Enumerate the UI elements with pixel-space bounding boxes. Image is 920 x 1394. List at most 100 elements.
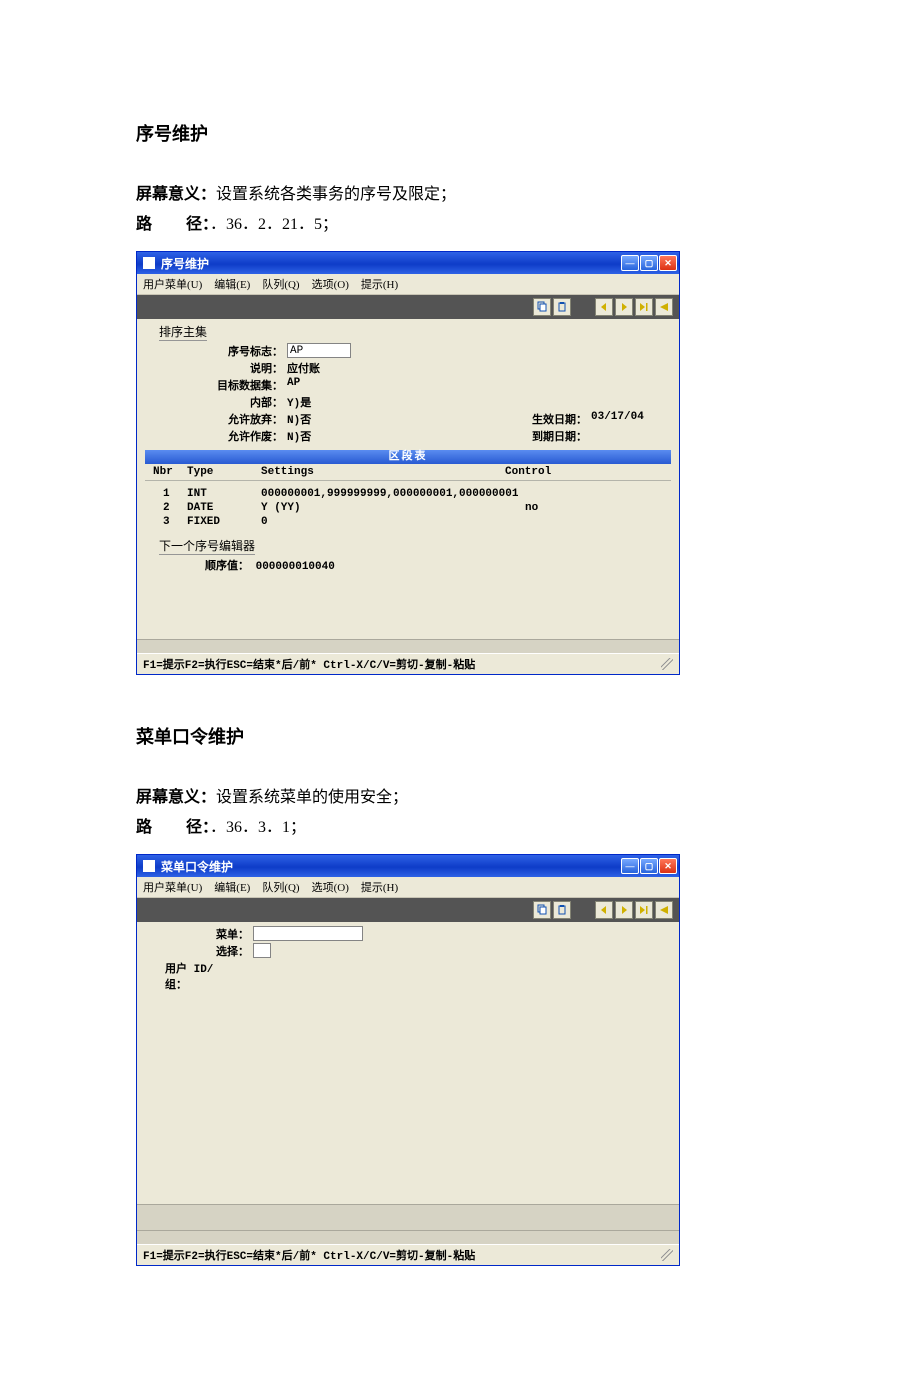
path-text-2: ．36．3．1； [210, 819, 306, 836]
val-allow-void: N)否 [287, 428, 367, 444]
status-bar-2: F1=提示F2=执行ESC=结束*后/前* Ctrl-X/C/V=剪切-复制-粘… [137, 1244, 679, 1265]
close-button[interactable]: ✕ [659, 255, 677, 271]
separator-bar-2 [137, 1204, 679, 1230]
nav-prev-icon[interactable] [615, 298, 633, 316]
menu-queue[interactable]: 队列(Q) [262, 276, 299, 292]
val-allow-abandon: N)否 [287, 411, 367, 427]
paste-icon[interactable] [553, 298, 571, 316]
nav-first-icon[interactable] [595, 298, 613, 316]
section2-meaning: 屏幕意义：设置系统菜单的使用安全； [136, 785, 784, 811]
close-button[interactable]: ✕ [659, 858, 677, 874]
toolbar-2 [137, 898, 679, 922]
meaning-label: 屏幕意义： [136, 186, 216, 203]
nav-next-icon[interactable] [635, 298, 653, 316]
menu-options[interactable]: 选项(O) [312, 879, 349, 895]
table-row[interactable]: 2 DATE Y (YY) no [145, 501, 671, 515]
paste-icon[interactable] [553, 901, 571, 919]
val-internal: Y)是 [287, 394, 367, 410]
path-label-a: 路 [136, 216, 152, 233]
meaning-label-2: 屏幕意义： [136, 789, 216, 806]
section2-heading: 菜单口令维护 [136, 723, 784, 749]
resize-grip-icon[interactable] [661, 1249, 673, 1261]
meaning-text: 设置系统各类事务的序号及限定； [216, 186, 456, 203]
segment-header: Nbr Type Settings Control [145, 464, 671, 481]
window-sequence-maintenance: 序号维护 — ▢ ✕ 用户菜单(U) 编辑(E) 队列(Q) 选项(O) 提示(… [136, 251, 680, 675]
val-effective-date: 03/17/04 [591, 411, 671, 427]
val-expire-date [591, 428, 671, 444]
lbl-allow-abandon: 允许放弃： [145, 411, 287, 427]
minimize-button[interactable]: — [621, 255, 639, 271]
copy-icon[interactable] [533, 298, 551, 316]
menu-edit[interactable]: 编辑(E) [214, 276, 250, 292]
segment-title: 区段表 [145, 450, 671, 464]
table-row[interactable]: 1 INT 000000001,999999999,000000001,0000… [145, 487, 671, 501]
path-label-b: 径： [186, 216, 210, 233]
client-area-2: 菜单： 选择： 用户 ID/组： [137, 922, 679, 1204]
menu-options[interactable]: 选项(O) [312, 276, 349, 292]
status-text-2: F1=提示F2=执行ESC=结束*后/前* Ctrl-X/C/V=剪切-复制-粘… [143, 1247, 475, 1263]
input-select[interactable] [253, 943, 271, 958]
menu-help[interactable]: 提示(H) [361, 276, 398, 292]
val-target-dataset: AP [287, 377, 367, 393]
resize-grip-icon[interactable] [661, 658, 673, 670]
app-icon [143, 860, 155, 872]
nav-last-icon[interactable] [655, 298, 673, 316]
path-label-2b: 径： [186, 819, 210, 836]
lbl-user-id-group: 用户 ID/组： [145, 960, 225, 992]
col-nbr: Nbr [145, 466, 187, 478]
col-settings: Settings [261, 466, 505, 478]
client-area: 排序主集 序号标志： 说明： 应付账 目标数据集： AP 内部： Y)是 允许放… [137, 319, 679, 639]
nav-prev-icon[interactable] [615, 901, 633, 919]
nav-last-icon[interactable] [655, 901, 673, 919]
section1-meaning: 屏幕意义：设置系统各类事务的序号及限定； [136, 182, 784, 208]
section1-heading: 序号维护 [136, 120, 784, 146]
lbl-select: 选择： [145, 943, 253, 959]
menubar-2: 用户菜单(U) 编辑(E) 队列(Q) 选项(O) 提示(H) [137, 877, 679, 898]
lbl-menu: 菜单： [145, 926, 253, 942]
toolbar [137, 295, 679, 319]
col-type: Type [187, 466, 261, 478]
nav-next-icon[interactable] [635, 901, 653, 919]
editor-label: 下一个序号编辑器 [159, 537, 255, 555]
lbl-expire-date: 到期日期： [511, 428, 591, 444]
lbl-seq-flag: 序号标志： [145, 343, 287, 359]
titlebar-2: 菜单口令维护 — ▢ ✕ [137, 855, 679, 877]
app-icon [143, 257, 155, 269]
copy-icon[interactable] [533, 901, 551, 919]
separator-bar-3 [137, 1230, 679, 1244]
editor-row-label: 顺序值： [205, 561, 249, 573]
separator-bar [137, 639, 679, 653]
lbl-target-dataset: 目标数据集： [145, 377, 287, 393]
menu-user[interactable]: 用户菜单(U) [143, 276, 202, 292]
lbl-internal: 内部： [145, 394, 287, 410]
section1-path: 路 径：．36．2．21．5； [136, 212, 784, 238]
window-menu-password-maintenance: 菜单口令维护 — ▢ ✕ 用户菜单(U) 编辑(E) 队列(Q) 选项(O) 提… [136, 854, 680, 1266]
lbl-desc: 说明： [145, 360, 287, 376]
menu-user[interactable]: 用户菜单(U) [143, 879, 202, 895]
titlebar: 序号维护 — ▢ ✕ [137, 252, 679, 274]
path-label-2a: 路 [136, 819, 152, 836]
minimize-button[interactable]: — [621, 858, 639, 874]
nav-first-icon[interactable] [595, 901, 613, 919]
status-bar: F1=提示F2=执行ESC=结束*后/前* Ctrl-X/C/V=剪切-复制-粘… [137, 653, 679, 674]
input-menu[interactable] [253, 926, 363, 941]
editor-row-value: 000000010040 [256, 561, 335, 573]
menu-queue[interactable]: 队列(Q) [262, 879, 299, 895]
menu-help[interactable]: 提示(H) [361, 879, 398, 895]
menubar: 用户菜单(U) 编辑(E) 队列(Q) 选项(O) 提示(H) [137, 274, 679, 295]
window-title: 序号维护 [161, 255, 209, 272]
input-seq-flag[interactable] [287, 343, 351, 358]
table-row[interactable]: 3 FIXED 0 [145, 515, 671, 529]
section2-path: 路 径：．36．3．1； [136, 815, 784, 841]
val-desc: 应付账 [287, 360, 367, 376]
lbl-effective-date: 生效日期： [511, 411, 591, 427]
group-sort-master: 排序主集 [159, 323, 207, 341]
col-control: Control [505, 466, 605, 478]
path-text: ．36．2．21．5； [210, 216, 338, 233]
maximize-button[interactable]: ▢ [640, 858, 658, 874]
menu-edit[interactable]: 编辑(E) [214, 879, 250, 895]
status-text: F1=提示F2=执行ESC=结束*后/前* Ctrl-X/C/V=剪切-复制-粘… [143, 656, 475, 672]
meaning-text-2: 设置系统菜单的使用安全； [216, 789, 408, 806]
lbl-allow-void: 允许作废： [145, 428, 287, 444]
maximize-button[interactable]: ▢ [640, 255, 658, 271]
